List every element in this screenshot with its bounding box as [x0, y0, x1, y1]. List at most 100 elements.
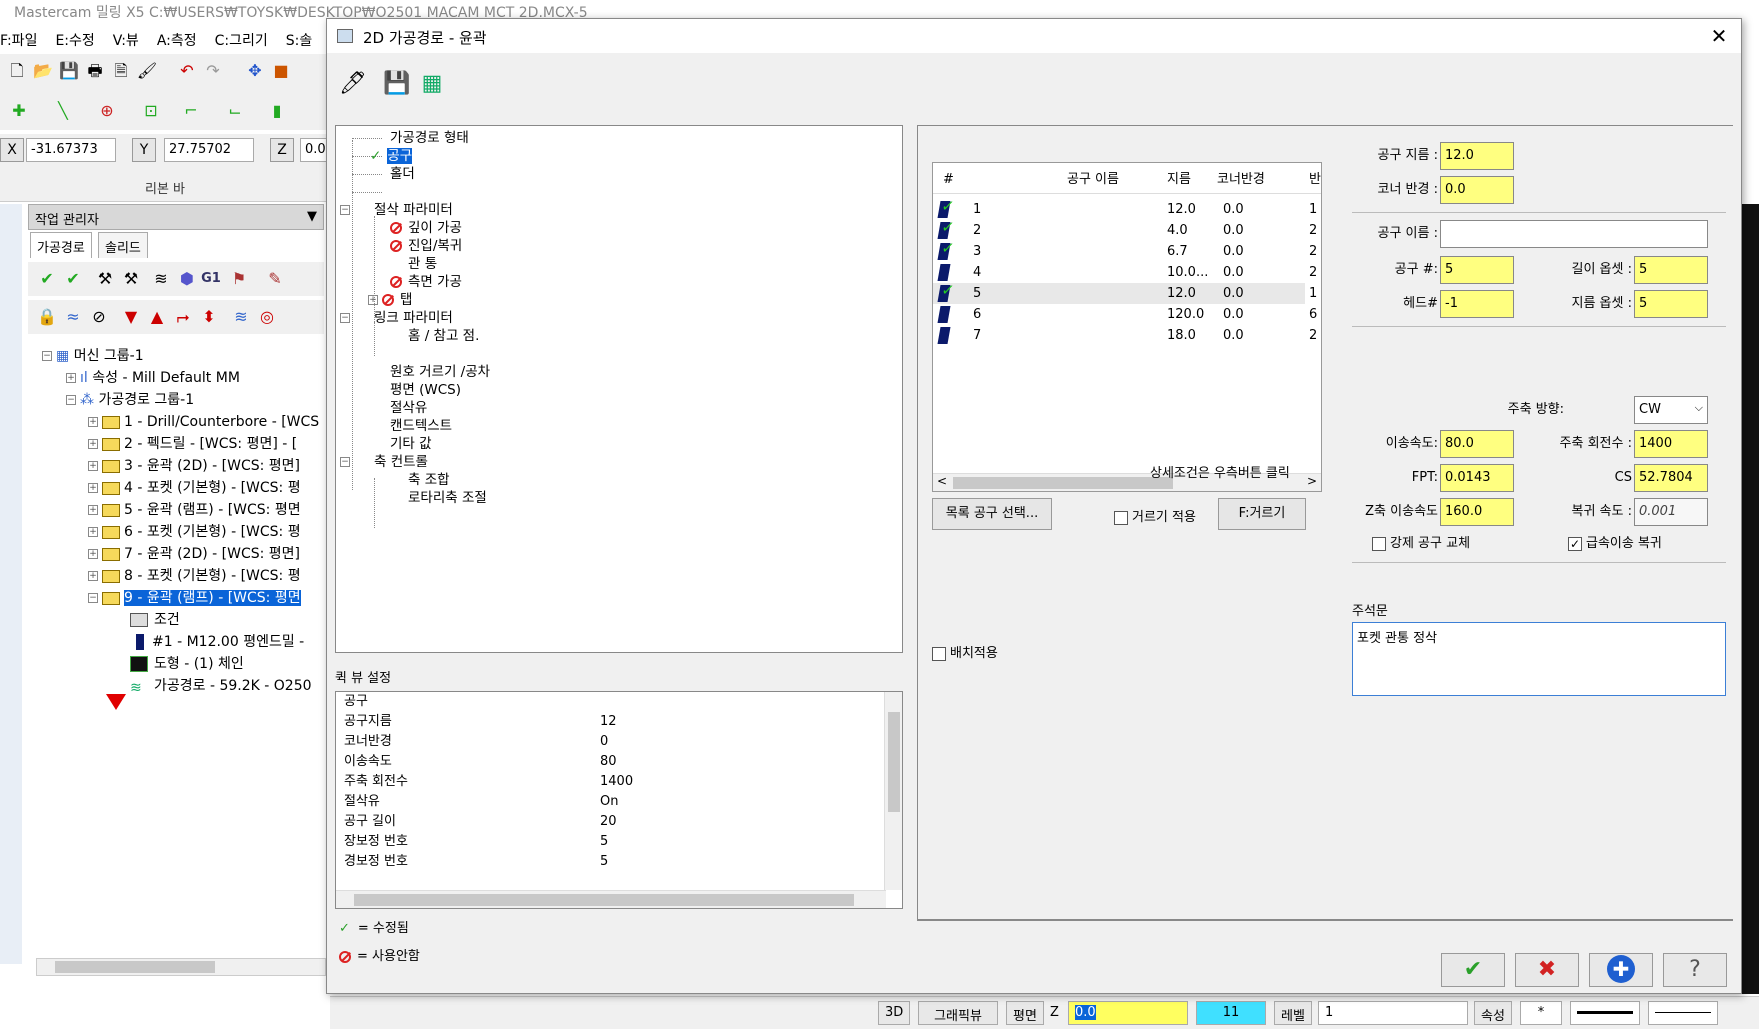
- col-tool-name[interactable]: 공구 이름: [1067, 169, 1119, 191]
- head-number-input[interactable]: -1: [1440, 290, 1514, 318]
- open-folder-icon[interactable]: 📂: [32, 60, 54, 82]
- tree-toolpath-group[interactable]: − ⁂ 가공경로 그룹-1: [66, 390, 194, 410]
- filter-active-checkbox[interactable]: 거르기 적용: [1114, 506, 1196, 525]
- preview-icon[interactable]: 🗎: [110, 60, 132, 82]
- tree-parameters[interactable]: 조건: [130, 610, 180, 630]
- highfeed-icon[interactable]: ✎: [264, 268, 286, 290]
- tree-axis-combination[interactable]: 축 조합: [408, 470, 450, 490]
- tree-home-ref[interactable]: 홈 / 참고 점.: [408, 326, 479, 346]
- tool-row[interactable]: 36.70.02: [933, 241, 1317, 262]
- tree-op-8[interactable]: +8 - 포켓 (기본형) - [WCS: 평: [88, 566, 301, 586]
- line-width-select[interactable]: [1648, 1001, 1718, 1025]
- save-default-icon[interactable]: ▦: [421, 73, 443, 95]
- spindle-speed-input[interactable]: 1400: [1634, 430, 1708, 458]
- render-icon[interactable]: ■: [270, 60, 292, 82]
- tool-name-input[interactable]: [1440, 220, 1708, 248]
- cs-input[interactable]: 52.7804: [1634, 464, 1708, 492]
- dropdown-arrow-icon[interactable]: ▼: [307, 209, 317, 224]
- tool-row-selected[interactable]: 512.00.01: [933, 283, 1317, 304]
- force-tool-change-checkbox[interactable]: 강제 공구 교체: [1372, 532, 1470, 551]
- plane-button[interactable]: 평면: [1006, 1001, 1044, 1025]
- corner-radius-input[interactable]: 0.0: [1440, 176, 1514, 204]
- attributes-button[interactable]: 속성: [1474, 1001, 1512, 1025]
- print-icon[interactable]: 🖶: [84, 60, 106, 82]
- menu-edit[interactable]: E:수정: [55, 30, 94, 49]
- filter-button[interactable]: F:거르기: [1218, 498, 1306, 530]
- tool-row[interactable]: 7 18.0 0.0 2: [933, 325, 1317, 346]
- tree-op-9[interactable]: −9 - 윤곽 (램프) - [WCS: 평면: [88, 588, 326, 608]
- tool-row[interactable]: 6 120.0 0.0 6: [933, 304, 1317, 325]
- tab-solids[interactable]: 솔리드: [98, 232, 148, 258]
- tree-planes[interactable]: 평면 (WCS): [390, 380, 461, 400]
- tool-number-input[interactable]: 5: [1440, 256, 1514, 284]
- length-offset-input[interactable]: 5: [1634, 256, 1708, 284]
- tree-op-1[interactable]: +1 - Drill/Counterbore - [WCS: [88, 412, 319, 432]
- menu-create[interactable]: C:그리기: [215, 30, 268, 49]
- tree-coolant[interactable]: 절삭유: [390, 398, 427, 418]
- close-icon[interactable]: ✕: [1707, 25, 1731, 49]
- undo-icon[interactable]: ↶: [176, 60, 198, 82]
- ok-button[interactable]: ✔: [1441, 953, 1505, 987]
- tree-op-3[interactable]: +3 - 윤곽 (2D) - [WCS: 평면]: [88, 456, 300, 476]
- tool-icon[interactable]: 🖊: [339, 73, 367, 95]
- tree-tool[interactable]: ✓ 공구: [370, 146, 413, 166]
- col-extra[interactable]: 반: [1309, 169, 1321, 191]
- status-z-input[interactable]: 0.0: [1068, 1001, 1188, 1025]
- tree-multi-passes[interactable]: 측면 가공: [390, 272, 462, 292]
- solid-icon[interactable]: ▮: [266, 100, 288, 122]
- redo-icon[interactable]: ↷: [202, 60, 224, 82]
- select-all-ops-icon[interactable]: ✔: [36, 268, 58, 290]
- tree-tool[interactable]: #1 - M12.00 평엔드밀 -: [136, 632, 304, 652]
- x-coordinate-input[interactable]: -31.67373: [26, 138, 116, 162]
- move-icon[interactable]: ✥: [244, 60, 266, 82]
- tab-toolpaths[interactable]: 가공경로: [30, 232, 92, 258]
- tree-lead-in-out[interactable]: 진입/복귀: [390, 236, 462, 256]
- regenerate-icon[interactable]: ⚒: [94, 268, 116, 290]
- select-library-tool-button[interactable]: 목록 공구 선택...: [932, 498, 1052, 530]
- tree-cut-params[interactable]: − 절삭 파라미터: [340, 200, 453, 220]
- graphic-view-button[interactable]: 그래픽뷰: [918, 1001, 998, 1025]
- save-icon[interactable]: 💾: [383, 73, 410, 95]
- dia-offset-input[interactable]: 5: [1634, 290, 1708, 318]
- fpt-input[interactable]: 0.0143: [1440, 464, 1514, 492]
- tree-misc-values[interactable]: 기타 값: [390, 434, 432, 454]
- graphics-area[interactable]: [1740, 204, 1759, 994]
- tool-dia-input[interactable]: 12.0: [1440, 142, 1514, 170]
- col-corner-radius[interactable]: 코너반경: [1217, 169, 1265, 191]
- tree-canned-text[interactable]: 캔드텍스트: [390, 416, 452, 436]
- move-up-icon[interactable]: ▲: [146, 306, 168, 328]
- ops-horizontal-scrollbar[interactable]: [36, 958, 326, 976]
- retract-rate-input[interactable]: 0.001: [1634, 498, 1708, 526]
- circle-icon[interactable]: ⊕: [96, 100, 118, 122]
- tree-break-through[interactable]: 관 통: [408, 254, 437, 274]
- comment-textarea[interactable]: 포켓 관통 정삭: [1352, 622, 1726, 696]
- tree-machine-group[interactable]: − ▦ 머신 그룹-1: [42, 346, 144, 366]
- tree-depth-cuts[interactable]: 깊이 가공: [390, 218, 462, 238]
- quick-view-vscroll[interactable]: [884, 692, 902, 890]
- tree-arc-filter[interactable]: 원호 거르기 /공차: [390, 362, 490, 382]
- y-coordinate-input[interactable]: 27.75702: [164, 138, 254, 162]
- verify-icon[interactable]: ⬢: [176, 268, 198, 290]
- col-number[interactable]: #: [943, 169, 954, 191]
- tool-row[interactable]: 112.00.01: [933, 199, 1317, 220]
- tree-op-5[interactable]: +5 - 윤곽 (램프) - [WCS: 평면: [88, 500, 301, 520]
- menu-analyze[interactable]: A:측정: [157, 30, 197, 49]
- add-point-icon[interactable]: ✚: [8, 100, 30, 122]
- chamfer-icon[interactable]: ⌙: [224, 100, 246, 122]
- level-select[interactable]: 1: [1318, 1001, 1468, 1025]
- batch-mode-checkbox[interactable]: 배치적용: [932, 642, 998, 661]
- fillet-icon[interactable]: ⌐: [180, 100, 202, 122]
- tree-op-6[interactable]: +6 - 포켓 (기본형) - [WCS: 평: [88, 522, 301, 542]
- spindle-direction-select[interactable]: CW ⌵: [1634, 396, 1708, 424]
- tree-op-7[interactable]: +7 - 윤곽 (2D) - [WCS: 평면]: [88, 544, 300, 564]
- post-selected-icon[interactable]: ⚑: [228, 268, 250, 290]
- brush-icon[interactable]: 🖌: [136, 60, 158, 82]
- tree-linking-params[interactable]: − 링크 파라미터: [340, 308, 453, 328]
- level-button[interactable]: 레벨: [1274, 1001, 1312, 1025]
- rectangle-icon[interactable]: ⊡: [140, 100, 162, 122]
- select-dirty-icon[interactable]: ✔: [62, 268, 84, 290]
- tree-holder[interactable]: 홀더: [390, 164, 415, 184]
- scroll-arrow-icon[interactable]: ⬍: [198, 306, 220, 328]
- cancel-button[interactable]: ✖: [1515, 953, 1579, 987]
- view-3d-button[interactable]: 3D: [878, 1001, 910, 1025]
